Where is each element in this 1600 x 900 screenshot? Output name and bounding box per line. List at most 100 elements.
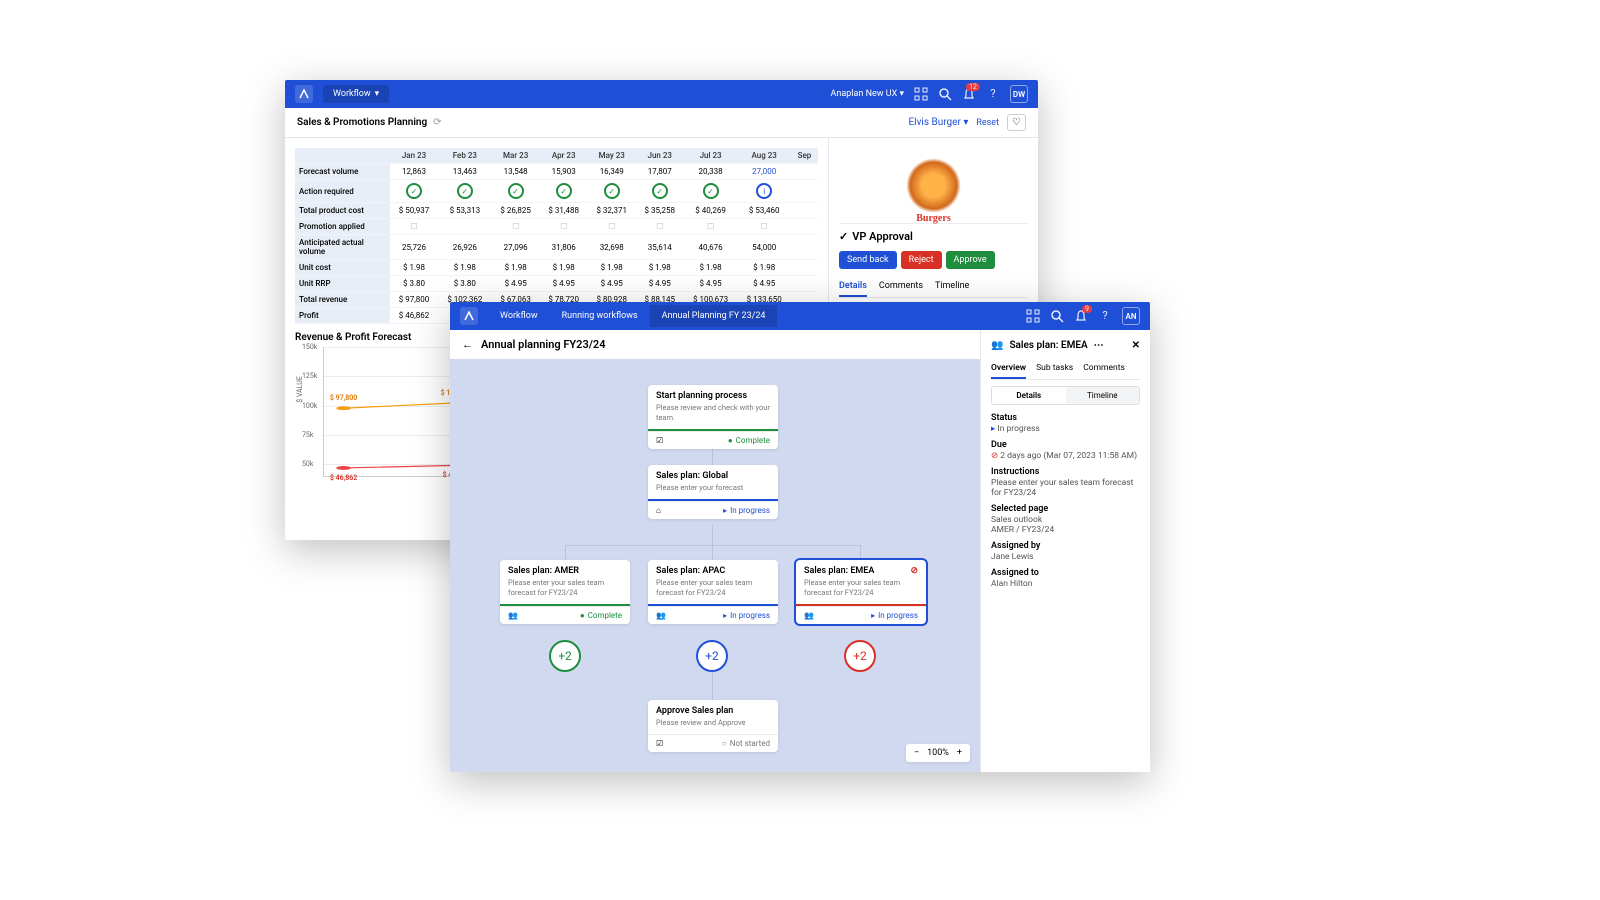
plus-emea[interactable]: +2 — [844, 640, 876, 672]
node-amer[interactable]: Sales plan: AMERPlease enter your sales … — [500, 560, 630, 624]
status-badge: ▸ In progress — [871, 611, 918, 620]
checkmark-icon: ✓ — [703, 183, 719, 199]
search-icon[interactable] — [938, 87, 952, 101]
selected-value: Sales outlook AMER / FY23/24 — [991, 515, 1140, 535]
notif-badge: 12 — [966, 83, 980, 91]
assigned-to-label: Assigned to — [991, 568, 1140, 578]
node-emea[interactable]: Sales plan: EMEA⊘Please enter your sales… — [796, 560, 926, 624]
status-badge: ● Complete — [728, 436, 770, 445]
checkmark-icon: ✓ — [406, 183, 422, 199]
checkbox-icon: ☐ — [512, 222, 519, 231]
product-image: Burgers — [906, 158, 961, 213]
workflow-canvas[interactable]: ← Annual planning FY23/24 Start planning… — [450, 330, 980, 772]
notif-badge: 9 — [1082, 305, 1092, 313]
detail-panel: 👥 Sales plan: EMEA ⋯ ✕ Overview Sub task… — [980, 330, 1150, 772]
node-global[interactable]: Sales plan: GlobalPlease enter your fore… — [648, 465, 778, 519]
tab-details[interactable]: Details — [839, 277, 867, 297]
users-icon: 👥 — [508, 611, 518, 620]
approve-button[interactable]: Approve — [946, 251, 995, 269]
app-logo-icon — [460, 307, 478, 325]
hierarchy-icon: ⌂ — [656, 506, 661, 515]
approval-tabs: Details Comments Timeline — [839, 277, 1028, 298]
chart-point-label: $ 97,800 — [330, 394, 357, 402]
user-avatar[interactable]: AN — [1122, 307, 1140, 325]
close-icon[interactable]: ✕ — [1132, 340, 1140, 351]
zoom-out-button[interactable]: − — [914, 748, 919, 758]
table-row: Total product cost$ 50,937$ 53,313$ 26,8… — [295, 203, 818, 219]
users-icon: 👥 — [804, 611, 814, 620]
toggle-timeline[interactable]: Timeline — [1066, 387, 1140, 404]
back-arrow-icon[interactable]: ← — [462, 338, 473, 351]
bell-icon[interactable]: 12 — [962, 87, 976, 101]
context-dropdown[interactable]: Anaplan New UX ▾ — [831, 89, 905, 99]
grid-icon[interactable] — [914, 87, 928, 101]
instructions-value: Please enter your sales team forecast fo… — [991, 478, 1140, 498]
canvas-title: Annual planning FY23/24 — [481, 338, 606, 351]
tab-timeline[interactable]: Timeline — [935, 277, 969, 297]
nav-running[interactable]: Running workflows — [550, 305, 650, 327]
checkmark-icon: ✓ — [652, 183, 668, 199]
grid-icon[interactable] — [1026, 309, 1040, 323]
help-icon[interactable]: ? — [986, 87, 1000, 101]
selected-label: Selected page — [991, 504, 1140, 514]
bell-icon[interactable]: 9 — [1074, 309, 1088, 323]
users-icon: 👥 — [991, 340, 1003, 351]
task-icon: ☑ — [656, 436, 663, 445]
zoom-in-button[interactable]: + — [957, 748, 962, 758]
nav-workflow[interactable]: Workflow — [488, 305, 550, 327]
zoom-control: − 100% + — [906, 744, 970, 762]
page-subbar: Sales & Promotions Planning ⟳ Elvis Burg… — [285, 108, 1038, 138]
table-row: Unit RRP$ 3.80$ 3.80$ 4.95$ 4.95$ 4.95$ … — [295, 276, 818, 292]
checkmark-icon: ✓ — [556, 183, 572, 199]
checkbox-icon: ☐ — [410, 222, 417, 231]
bookmark-icon[interactable]: ♡ — [1007, 114, 1026, 131]
page-title: Sales & Promotions Planning — [297, 117, 427, 128]
user-avatar[interactable]: DW — [1010, 85, 1028, 103]
workflow-window: Workflow Running workflows Annual Planni… — [450, 302, 1150, 772]
nav-annual[interactable]: Annual Planning FY 23/24 — [650, 305, 778, 327]
reject-button[interactable]: Reject — [901, 251, 942, 269]
plus-amer[interactable]: +2 — [549, 640, 581, 672]
send-back-button[interactable]: Send back — [839, 251, 897, 269]
status-badge: ▸ In progress — [723, 506, 770, 515]
panel-title: Sales plan: EMEA — [1009, 340, 1087, 351]
checkbox-icon: ☐ — [707, 222, 714, 231]
approval-icon: ✓ — [839, 230, 848, 243]
info-icon: i — [756, 183, 772, 199]
status-badge: ● Complete — [580, 611, 622, 620]
toggle-details[interactable]: Details — [992, 387, 1066, 404]
node-start[interactable]: Start planning processPlease review and … — [648, 385, 778, 449]
filter-dropdown[interactable]: Elvis Burger ▾ — [908, 117, 968, 128]
tab-subtasks[interactable]: Sub tasks — [1036, 359, 1073, 379]
node-approve[interactable]: Approve Sales planPlease review and Appr… — [648, 700, 778, 752]
search-icon[interactable] — [1050, 309, 1064, 323]
due-value: ⊘ 2 days ago (Mar 07, 2023 11:58 AM) — [991, 451, 1140, 461]
checkbox-icon: ☐ — [656, 222, 663, 231]
table-row: Unit cost$ 1.98$ 1.98$ 1.98$ 1.98$ 1.98$… — [295, 260, 818, 276]
tab-comments[interactable]: Comments — [1083, 359, 1125, 379]
table-row: Promotion applied☐☐☐☐☐☐☐ — [295, 219, 818, 235]
reset-button[interactable]: Reset — [976, 118, 999, 128]
chevron-down-icon: ▾ — [375, 89, 380, 99]
node-apac[interactable]: Sales plan: APACPlease enter your sales … — [648, 560, 778, 624]
tab-overview[interactable]: Overview — [991, 359, 1026, 379]
status-value: ▸ In progress — [991, 424, 1140, 434]
help-icon[interactable]: ? — [1098, 309, 1112, 323]
workflow-dropdown[interactable]: Workflow ▾ — [323, 85, 389, 103]
assigned-by-value: Jane Lewis — [991, 552, 1140, 562]
checkbox-icon: ☐ — [560, 222, 567, 231]
more-icon[interactable]: ⋯ — [1094, 340, 1104, 351]
approval-title: VP Approval — [852, 230, 913, 243]
tab-comments[interactable]: Comments — [879, 277, 923, 297]
topbar: Workflow ▾ Anaplan New UX ▾ 12 ? DW — [285, 80, 1038, 108]
zoom-level: 100% — [927, 748, 949, 758]
checkbox-icon: ☐ — [608, 222, 615, 231]
checkmark-icon: ✓ — [508, 183, 524, 199]
checkmark-icon: ✓ — [604, 183, 620, 199]
view-toggle: Details Timeline — [991, 386, 1140, 405]
plus-apac[interactable]: +2 — [696, 640, 728, 672]
instructions-label: Instructions — [991, 467, 1140, 477]
table-row: Action required✓✓✓✓✓✓✓i — [295, 180, 818, 203]
approve-icon: ☑ — [656, 739, 663, 748]
refresh-icon[interactable]: ⟳ — [433, 117, 441, 128]
